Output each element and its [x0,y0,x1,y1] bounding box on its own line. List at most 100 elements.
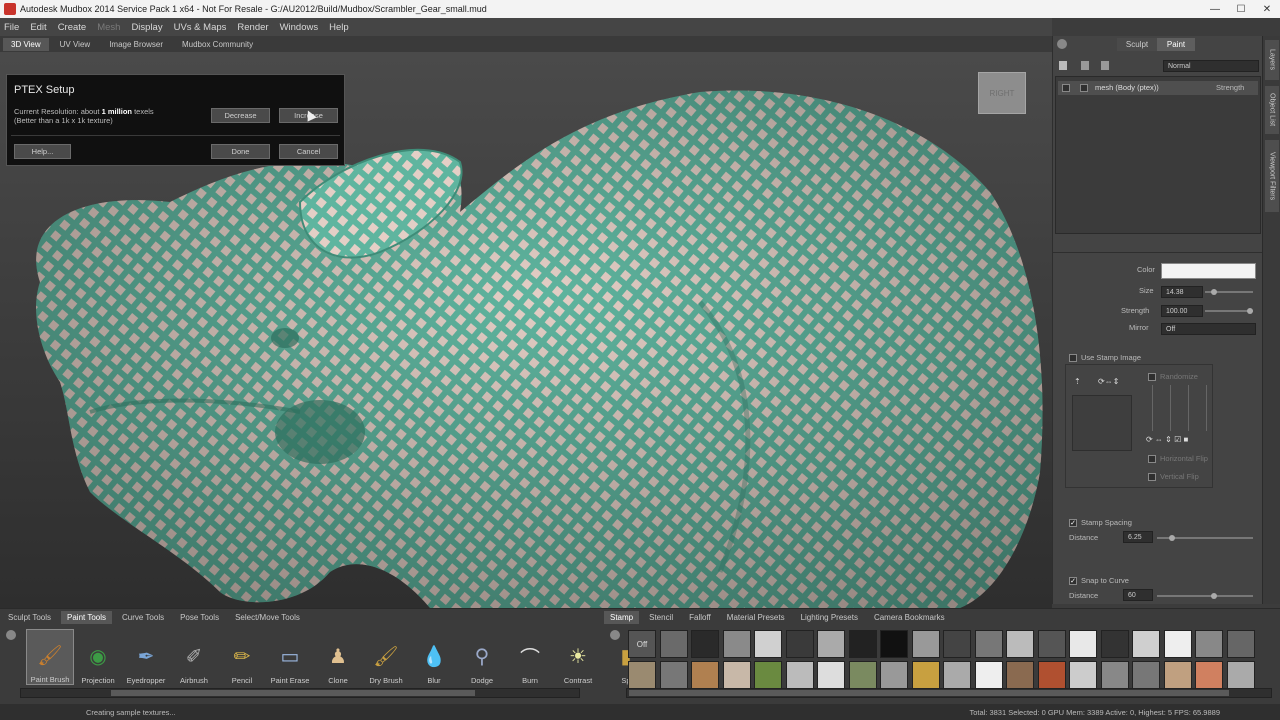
horizontal-flip-checkbox[interactable] [1148,455,1156,463]
menu-windows[interactable]: Windows [280,22,319,33]
layer-visibility-icon[interactable] [1062,84,1070,92]
stamp-tile[interactable] [691,661,719,689]
tab-sculpt[interactable]: Sculpt [1117,38,1157,51]
stamp-tile[interactable] [817,630,845,658]
tool-airbrush[interactable]: ✐ Airbrush [170,629,218,686]
delete-layer-icon[interactable] [1101,61,1109,70]
tool-projection[interactable]: ◉ Projection [74,629,122,686]
snap-to-curve-checkbox[interactable]: ✓ [1069,577,1077,585]
menu-mesh[interactable]: Mesh [97,22,120,33]
stamp-tile[interactable] [880,630,908,658]
stamp-tile[interactable] [911,630,940,658]
strength-slider-knob[interactable] [1247,308,1253,314]
stamp-tile[interactable] [628,661,656,689]
new-layer-icon[interactable] [1059,61,1067,70]
tool-burn[interactable]: ⌒ Burn [506,629,554,686]
tool-clone[interactable]: ♟ Clone [314,629,362,686]
stamp-off-tile[interactable]: Off [628,630,656,658]
cancel-button[interactable]: Cancel [279,144,338,159]
tool-eyedropper[interactable]: ✒ Eyedropper [122,629,170,686]
tools-scrollbar[interactable] [20,688,580,698]
strength-field[interactable]: 100.00 [1161,305,1203,317]
done-button[interactable]: Done [211,144,270,159]
randomize-checkbox[interactable] [1148,373,1156,381]
color-swatch[interactable] [1161,263,1256,279]
stamp-tile[interactable] [943,630,971,658]
stamp-tile[interactable] [1100,630,1129,658]
close-button[interactable]: ✕ [1254,0,1280,18]
stamp-tile[interactable] [848,630,877,658]
tab-uv-view[interactable]: UV View [52,38,99,51]
tool-dry-brush[interactable]: 🖌 Dry Brush [362,629,410,686]
stamp-distance-field[interactable]: 6.25 [1123,531,1153,543]
stamp-distance-slider[interactable] [1157,535,1253,541]
stamp-tile[interactable] [722,630,751,658]
stamp-tile[interactable] [785,630,814,658]
mirror-select[interactable]: Off [1161,323,1256,335]
tab-paint-tools[interactable]: Paint Tools [61,610,112,624]
stamp-tile[interactable] [974,661,1003,689]
stamp-tile[interactable] [1163,630,1192,658]
stamp-help-icon[interactable] [610,630,620,640]
tool-paint-brush[interactable]: 🖌 Paint Brush [26,629,74,685]
minimize-button[interactable]: — [1202,0,1228,18]
tab-lighting-presets[interactable]: Lighting Presets [795,611,864,624]
tab-3d-view[interactable]: 3D View [3,37,49,51]
stamp-transform-icons[interactable]: ⟳⇔⇕ [1098,377,1119,386]
tool-contrast[interactable]: ☀ Contrast [554,629,602,686]
tab-camera-bookmarks[interactable]: Camera Bookmarks [868,611,951,624]
stamp-tile[interactable] [754,630,782,658]
tab-paint[interactable]: Paint [1157,38,1195,51]
menu-display[interactable]: Display [131,22,162,33]
stamp-options-icons[interactable]: ⟳ ⇔ ⇕ ☑ ■ [1146,435,1188,444]
tab-viewport-filters[interactable]: Viewport Filters [1265,140,1279,212]
tab-curve-tools[interactable]: Curve Tools [116,611,170,624]
duplicate-layer-icon[interactable] [1081,61,1089,70]
vertical-flip-checkbox[interactable] [1148,473,1156,481]
tab-stamp[interactable]: Stamp [604,610,640,624]
stamp-tile[interactable] [691,630,719,658]
tab-select-move-tools[interactable]: Select/Move Tools [229,611,306,624]
stamp-tile[interactable] [911,661,940,689]
3d-viewport[interactable]: RIGHT PTEX Setup Current Resolution: abo… [0,52,1052,608]
tool-pencil[interactable]: ✏ Pencil [218,629,266,686]
maximize-button[interactable]: ☐ [1228,0,1254,18]
snap-distance-knob[interactable] [1211,593,1217,599]
stamp-tile[interactable] [1069,661,1097,689]
tool-blur[interactable]: 💧 Blur [410,629,458,686]
tab-mudbox-community[interactable]: Mudbox Community [174,38,261,51]
strength-slider[interactable] [1205,308,1253,314]
tab-layers[interactable]: Layers [1265,40,1279,80]
stamp-tile[interactable] [1226,661,1255,689]
stamp-tile[interactable] [848,661,877,689]
stamp-tile[interactable] [1132,630,1160,658]
layer-row[interactable]: mesh (Body (ptex)) Strength [1058,81,1258,95]
help-icon[interactable] [1057,39,1067,49]
stamps-scrollbar-thumb[interactable] [629,690,1229,696]
stamp-tile[interactable] [1006,630,1034,658]
stamp-tile[interactable] [817,661,845,689]
stamp-tile[interactable] [1037,661,1066,689]
size-slider[interactable] [1205,289,1253,295]
stamp-tile[interactable] [1132,661,1160,689]
menu-help[interactable]: Help [329,22,349,33]
help-button[interactable]: Help... [14,144,71,159]
size-field[interactable]: 14.38 [1161,286,1203,298]
stamp-distance-knob[interactable] [1169,535,1175,541]
layer-list[interactable]: mesh (Body (ptex)) Strength [1055,76,1261,234]
stamp-tile[interactable] [1226,630,1255,658]
menu-uvs-maps[interactable]: UVs & Maps [174,22,227,33]
stamp-tile[interactable] [785,661,814,689]
menu-file[interactable]: File [4,22,19,33]
menu-render[interactable]: Render [237,22,268,33]
tab-object-list[interactable]: Object List [1265,86,1279,134]
stamp-tile[interactable] [943,661,971,689]
tab-falloff[interactable]: Falloff [683,611,717,624]
stamps-scrollbar[interactable] [626,688,1272,698]
tab-pose-tools[interactable]: Pose Tools [174,611,225,624]
tools-scrollbar-thumb[interactable] [111,690,475,696]
tab-stencil[interactable]: Stencil [643,611,679,624]
stamp-tile[interactable] [754,661,782,689]
stamp-tile[interactable] [722,661,751,689]
use-stamp-image-checkbox[interactable] [1069,354,1077,362]
